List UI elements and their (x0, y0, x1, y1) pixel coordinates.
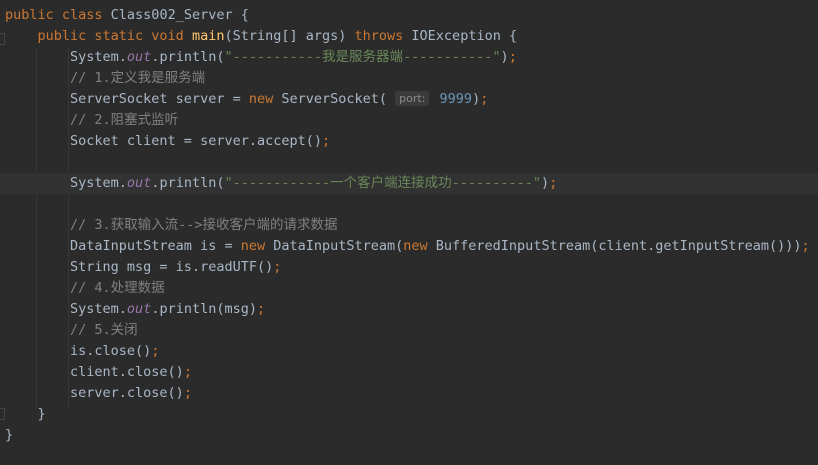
code-line[interactable]: System.out.println(msg); (0, 299, 818, 320)
code-token: System. (5, 175, 127, 191)
code-token: client.close() (5, 364, 184, 380)
code-line[interactable]: } (0, 425, 818, 446)
code-token: "------------一个客户端连接成功----------" (224, 175, 542, 191)
code-text: ServerSocket server = new ServerSocket( … (5, 89, 488, 110)
code-text: public static void main(String[] args) t… (5, 26, 518, 47)
code-token: } (5, 406, 46, 422)
code-text: client.close(); (5, 362, 192, 383)
code-token: .println(msg) (151, 301, 257, 317)
code-line[interactable]: ServerSocket server = new ServerSocket( … (0, 89, 818, 110)
code-token: ; (801, 238, 810, 254)
code-line[interactable]: server.close(); (0, 383, 818, 404)
code-text: System.out.println("------------一个客户端连接成… (5, 173, 557, 194)
code-text: // 5.关闭 (5, 320, 138, 341)
code-token: BufferedInputStream(client.getInputStrea… (435, 238, 802, 254)
code-line[interactable]: // 2.阻塞式监听 (0, 110, 818, 131)
code-token: IOException { (411, 28, 518, 44)
code-line[interactable]: public class Class002_Server { (0, 5, 818, 26)
code-token: // 5.关闭 (5, 322, 138, 338)
code-text: } (5, 425, 13, 446)
code-token: ; (256, 301, 266, 317)
code-token: public static void (37, 28, 192, 44)
parameter-hint: port: (395, 91, 430, 106)
code-token: ; (480, 91, 489, 107)
code-line[interactable]: public static void main(String[] args) t… (0, 26, 818, 47)
code-token: out (126, 301, 152, 317)
code-token: String msg = is.readUTF() (5, 259, 274, 275)
code-token: out (126, 49, 152, 65)
code-token: ; (508, 49, 517, 65)
code-token: main (191, 28, 225, 44)
code-text: // 2.阻塞式监听 (5, 110, 178, 131)
code-token: ; (183, 385, 192, 401)
code-line[interactable]: // 5.关闭 (0, 320, 818, 341)
code-token: new (248, 91, 282, 107)
code-line[interactable]: // 4.处理数据 (0, 278, 818, 299)
code-token: (String[] args) (224, 28, 355, 44)
code-line[interactable]: Socket client = server.accept(); (0, 131, 818, 152)
code-token: ; (183, 364, 192, 380)
code-token: ; (321, 133, 331, 149)
code-token: throws (354, 28, 412, 44)
code-text: is.close(); (5, 341, 159, 362)
code-token: 9999 (431, 91, 473, 107)
code-token: ; (273, 259, 282, 275)
code-token: ; (549, 175, 558, 191)
code-token: ) (500, 49, 509, 65)
code-text: String msg = is.readUTF(); (5, 257, 281, 278)
code-token: public class (5, 7, 111, 23)
code-token: new (403, 238, 436, 254)
code-line[interactable]: String msg = is.readUTF(); (0, 257, 818, 278)
code-token: ) (472, 91, 481, 107)
code-text: System.out.println("-----------我是服务器端---… (5, 47, 517, 68)
code-token: System. (5, 301, 127, 317)
code-text: // 3.获取输入流-->接收客户端的请求数据 (5, 215, 338, 236)
code-token: out (126, 175, 152, 191)
code-line[interactable]: // 1.定义我是服务端 (0, 68, 818, 89)
code-token: Socket client = server.accept() (5, 133, 322, 149)
code-token: } (5, 427, 14, 443)
code-text: // 1.定义我是服务端 (5, 68, 205, 89)
code-line[interactable]: is.close(); (0, 341, 818, 362)
code-line[interactable]: DataInputStream is = new DataInputStream… (0, 236, 818, 257)
code-token: System. (5, 49, 127, 65)
code-line[interactable] (0, 194, 818, 215)
code-line[interactable] (0, 152, 818, 173)
code-token: // 2.阻塞式监听 (5, 112, 179, 128)
code-token: // 3.获取输入流-->接收客户端的请求数据 (5, 217, 338, 233)
code-text: // 4.处理数据 (5, 278, 165, 299)
code-text: server.close(); (5, 383, 192, 404)
code-token: DataInputStream( (273, 238, 404, 254)
code-text: } (5, 404, 46, 425)
code-text: public class Class002_Server { (5, 5, 249, 26)
code-token: ) (541, 175, 550, 191)
code-line[interactable]: System.out.println("------------一个客户端连接成… (0, 173, 818, 194)
code-text: DataInputStream is = new DataInputStream… (5, 236, 810, 257)
code-line[interactable]: } (0, 404, 818, 425)
code-editor[interactable]: public class Class002_Server { public st… (0, 0, 818, 465)
code-token: ServerSocket server = (5, 91, 249, 107)
code-line[interactable]: // 3.获取输入流-->接收客户端的请求数据 (0, 215, 818, 236)
code-line[interactable]: System.out.println("-----------我是服务器端---… (0, 47, 818, 68)
code-text: System.out.println(msg); (5, 299, 265, 320)
code-token: // 1.定义我是服务端 (5, 70, 206, 86)
code-token: .println( (151, 49, 225, 65)
code-token: server.close() (5, 385, 184, 401)
code-token: "-----------我是服务器端-----------" (224, 49, 501, 65)
code-token: DataInputStream is = (5, 238, 241, 254)
code-token: ServerSocket( (281, 91, 396, 107)
code-token: Class002_Server { (110, 7, 249, 23)
code-line[interactable]: client.close(); (0, 362, 818, 383)
code-token: ; (151, 343, 160, 359)
code-token: is.close() (5, 343, 152, 359)
code-text: Socket client = server.accept(); (5, 131, 330, 152)
code-token: // 4.处理数据 (5, 280, 165, 296)
code-token: .println( (151, 175, 225, 191)
code-token: new (240, 238, 274, 254)
